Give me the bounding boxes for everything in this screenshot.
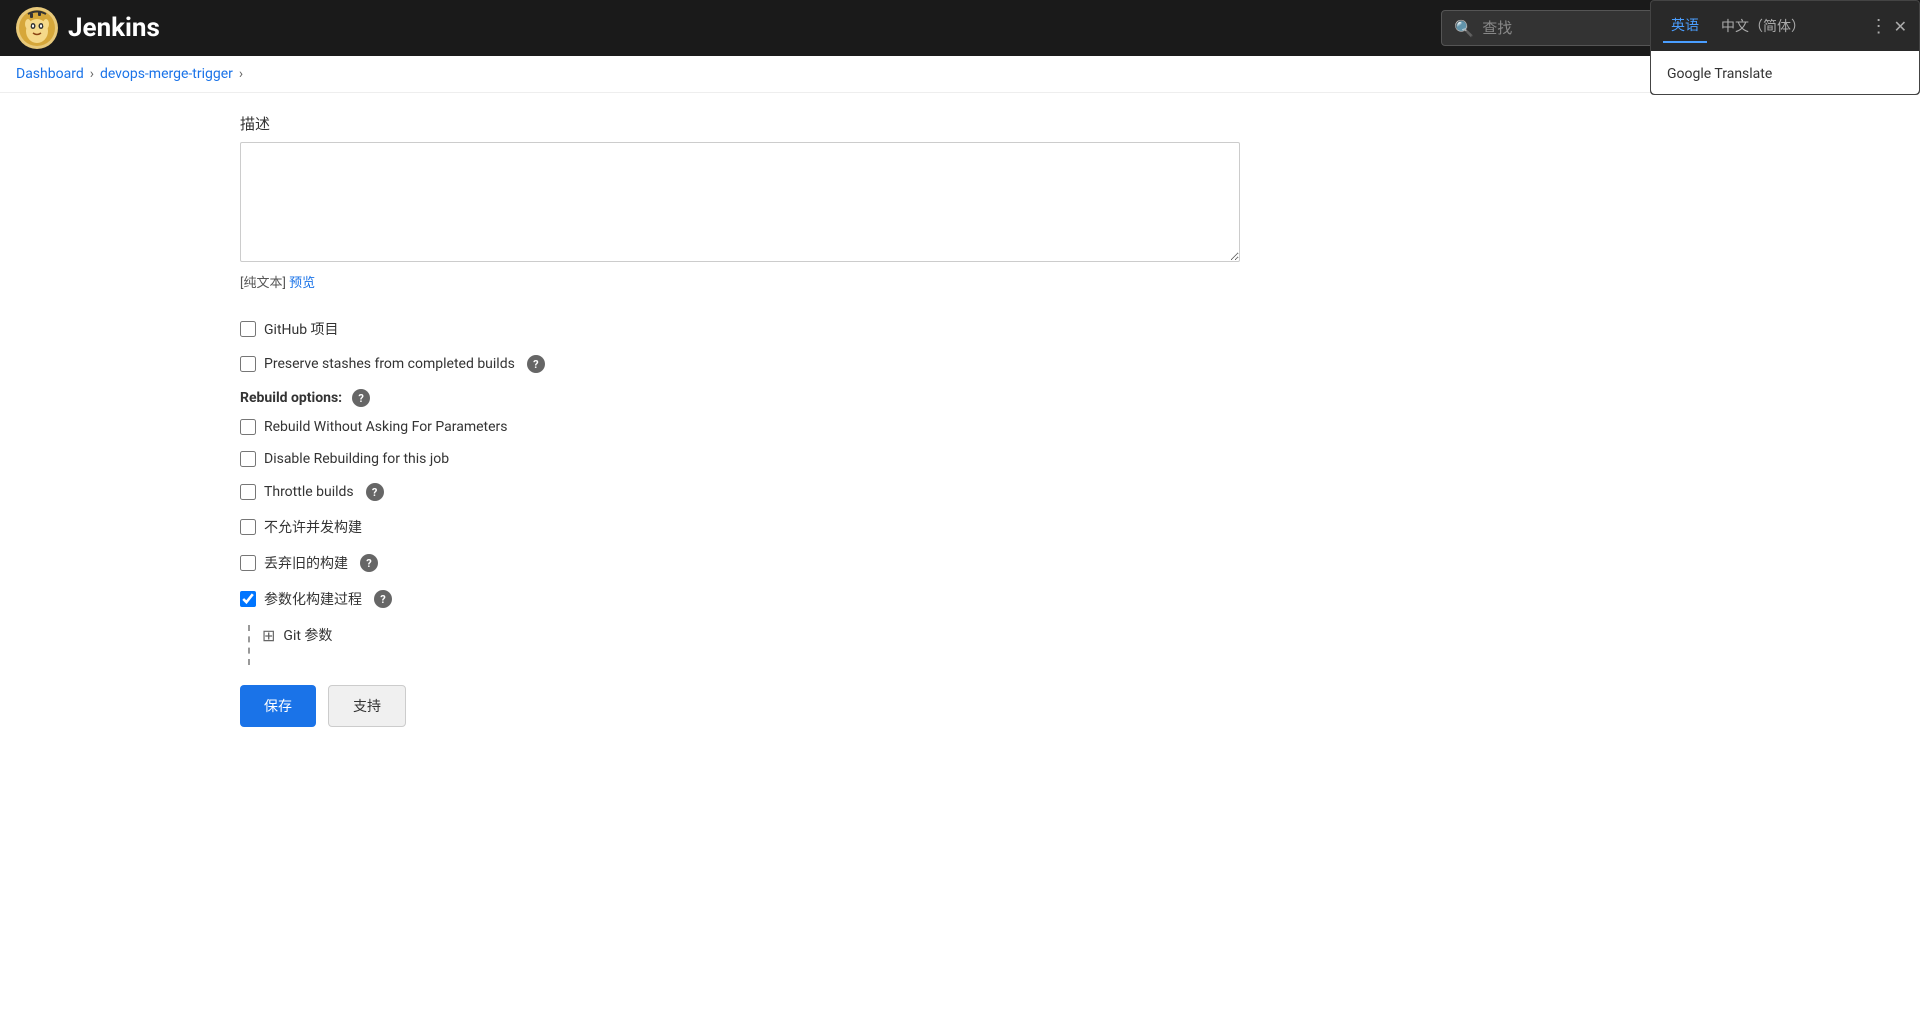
git-params-section: ⊞ Git 参数: [262, 625, 332, 645]
translate-tab-english[interactable]: 英语: [1663, 9, 1707, 43]
translate-tab-chinese[interactable]: 中文（简体）: [1713, 10, 1813, 42]
rebuild-options-label-text: Rebuild options:: [240, 390, 342, 406]
no-concurrent-checkbox[interactable]: [240, 519, 256, 535]
translate-more-icon[interactable]: ⋮: [1870, 16, 1888, 37]
preserve-stashes-label: Preserve stashes from completed builds: [264, 356, 515, 372]
description-textarea[interactable]: [240, 142, 1240, 262]
disable-rebuilding-label: Disable Rebuilding for this job: [264, 451, 449, 467]
save-button[interactable]: 保存: [240, 685, 316, 727]
discard-old-help-icon[interactable]: ?: [360, 554, 378, 572]
cancel-button[interactable]: 支持: [328, 685, 406, 727]
throttle-builds-label: Throttle builds: [264, 484, 354, 500]
preserve-stashes-checkbox[interactable]: [240, 356, 256, 372]
main-content: 描述 [纯文本] 预览 GitHub 项目 Preserve stashes f…: [0, 93, 1400, 747]
git-params-label: Git 参数: [283, 625, 332, 645]
rebuild-options-help-icon[interactable]: ?: [352, 389, 370, 407]
parameterized-checkbox[interactable]: [240, 591, 256, 607]
github-project-label: GitHub 项目: [264, 319, 339, 339]
throttle-builds-checkbox[interactable]: [240, 484, 256, 500]
breadcrumb-dashboard[interactable]: Dashboard: [16, 66, 84, 82]
discard-old-row: 丢弃旧的构建 ?: [240, 553, 1370, 573]
rebuild-without-params-checkbox[interactable]: [240, 419, 256, 435]
preview-prefix: [纯文本]: [240, 276, 286, 291]
preserve-stashes-help-icon[interactable]: ?: [527, 355, 545, 373]
throttle-builds-row: Throttle builds ?: [240, 483, 1370, 501]
breadcrumb: Dashboard › devops-merge-trigger ›: [0, 56, 1920, 93]
throttle-builds-help-icon[interactable]: ?: [366, 483, 384, 501]
jenkins-logo-icon: [16, 7, 58, 49]
no-concurrent-row: 不允许并发构建: [240, 517, 1370, 537]
translate-body-text: Google Translate: [1667, 66, 1772, 82]
disable-rebuilding-checkbox[interactable]: [240, 451, 256, 467]
logo-container[interactable]: Jenkins: [16, 7, 160, 49]
github-project-checkbox[interactable]: [240, 321, 256, 337]
translate-popup: 英语 中文（简体） ⋮ ✕ Google Translate: [1650, 0, 1920, 95]
rebuild-options-heading: Rebuild options: ?: [240, 389, 1370, 407]
disable-rebuilding-row: Disable Rebuilding for this job: [240, 451, 1370, 467]
parameterized-help-icon[interactable]: ?: [374, 590, 392, 608]
breadcrumb-separator-1: ›: [90, 66, 94, 82]
search-icon: 🔍: [1454, 19, 1474, 38]
github-project-row: GitHub 项目: [240, 319, 1370, 339]
preserve-stashes-row: Preserve stashes from completed builds ?: [240, 355, 1370, 373]
discard-old-checkbox[interactable]: [240, 555, 256, 571]
rebuild-without-params-row: Rebuild Without Asking For Parameters: [240, 419, 1370, 435]
app-title: Jenkins: [68, 13, 160, 43]
breadcrumb-project[interactable]: devops-merge-trigger: [100, 66, 233, 82]
parameterized-row: 参数化构建过程 ?: [240, 589, 1370, 609]
description-label: 描述: [240, 113, 1370, 134]
grid-icon: ⊞: [262, 626, 275, 645]
translate-body: Google Translate: [1651, 51, 1919, 94]
app-header: Jenkins 🔍 ? ⬜ 注册: [0, 0, 1920, 56]
preview-link-row: [纯文本] 预览: [240, 272, 1370, 291]
button-row: 保存 支持: [240, 685, 1370, 727]
rebuild-without-params-label: Rebuild Without Asking For Parameters: [264, 419, 508, 435]
discard-old-label: 丢弃旧的构建: [264, 553, 348, 573]
options-section: GitHub 项目 Preserve stashes from complete…: [240, 319, 1370, 665]
parameterized-label: 参数化构建过程: [264, 589, 362, 609]
git-params-row: ⊞ Git 参数: [262, 625, 332, 645]
translate-close-icon[interactable]: ✕: [1894, 17, 1907, 36]
translate-header: 英语 中文（简体） ⋮ ✕: [1651, 1, 1919, 51]
breadcrumb-separator-2: ›: [239, 66, 243, 82]
no-concurrent-label: 不允许并发构建: [264, 517, 362, 537]
preview-link[interactable]: 预览: [289, 276, 315, 291]
